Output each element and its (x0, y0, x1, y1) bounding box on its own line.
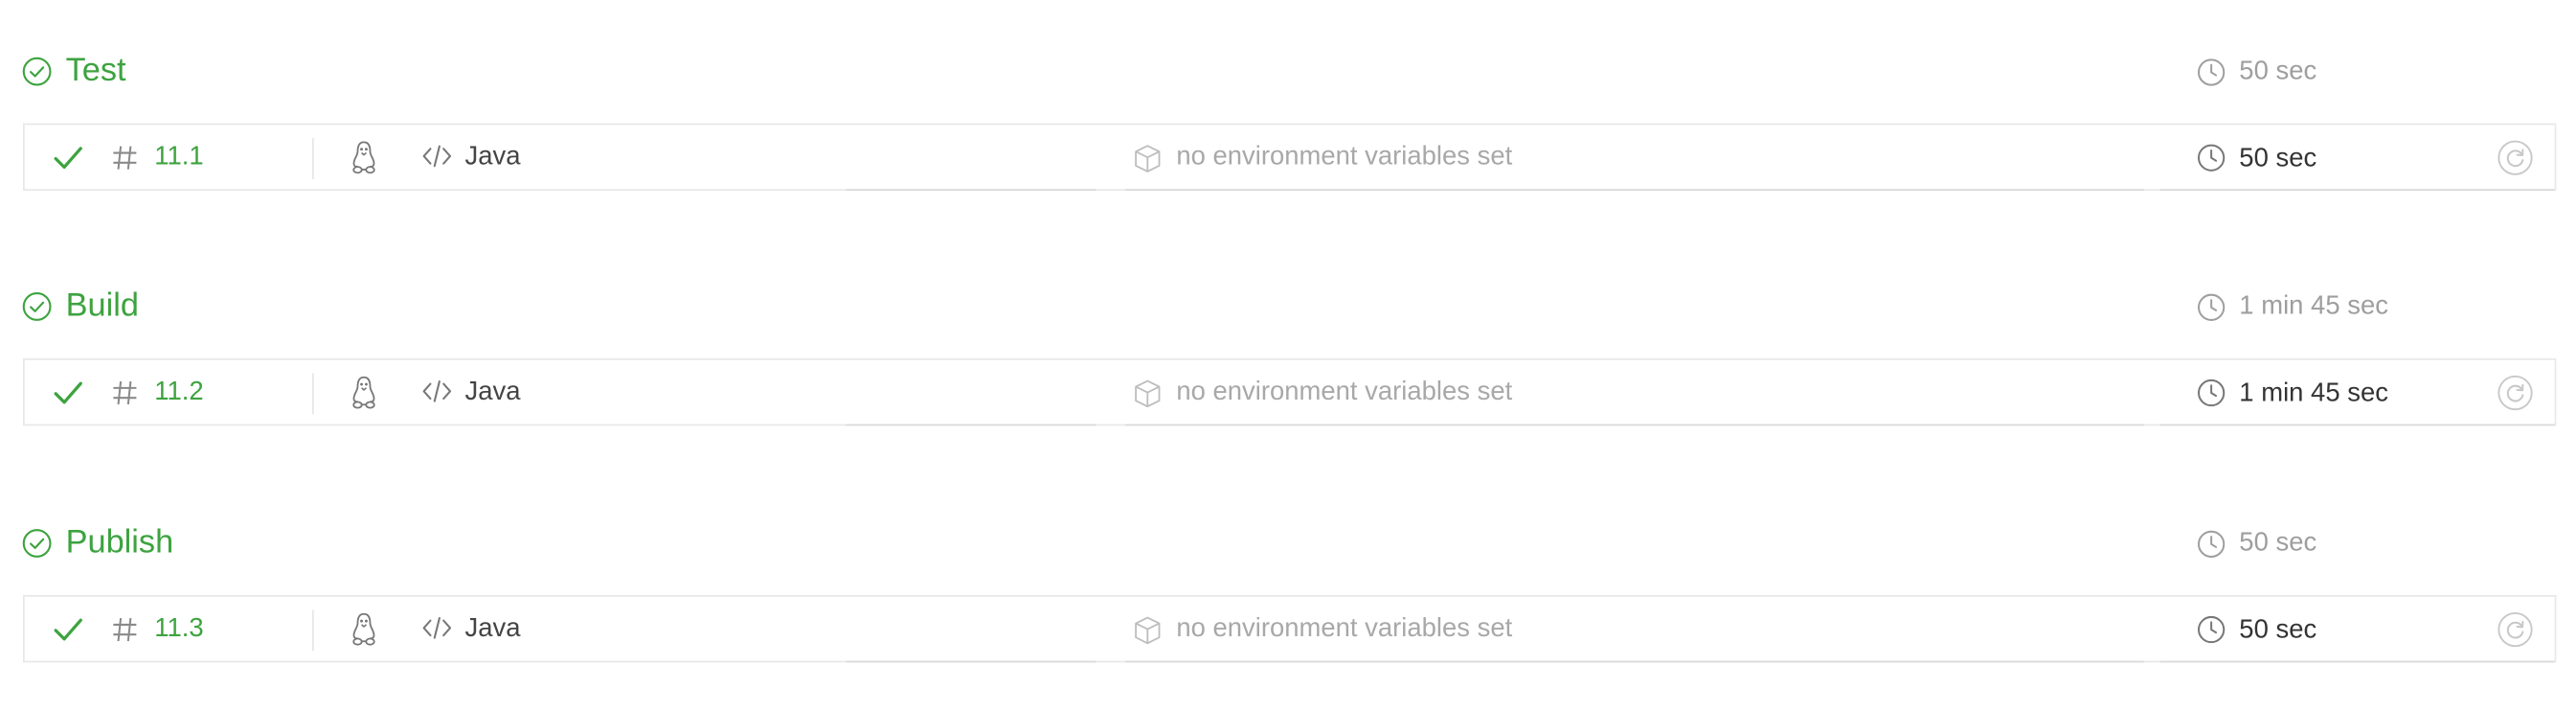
stage-title: Build (65, 287, 139, 324)
stage-duration: 1 min 45 sec (2197, 287, 2388, 327)
job-language: Java (464, 614, 521, 643)
hash-icon (113, 380, 137, 405)
divider (1125, 424, 2144, 426)
linux-icon (352, 141, 375, 174)
divider (1125, 660, 2144, 663)
check-circle-icon (22, 292, 52, 321)
job-number-link[interactable]: 11.2 (154, 377, 203, 409)
divider (2159, 660, 2555, 663)
divider (311, 373, 314, 415)
code-icon (422, 379, 452, 402)
divider (846, 189, 1096, 192)
divider (2159, 424, 2555, 426)
divider (2159, 189, 2555, 192)
clock-icon (2198, 530, 2226, 558)
cube-icon (1135, 616, 1161, 645)
clock-icon (2198, 293, 2226, 321)
check-circle-icon (22, 57, 52, 86)
env-vars-text: no environment variables set (1176, 143, 1513, 172)
clock-icon (2198, 615, 2226, 644)
job-duration: 1 min 45 sec (2239, 379, 2388, 408)
stage-duration: 50 sec (2197, 524, 2316, 563)
hash-icon (113, 617, 137, 642)
job-number-link[interactable]: 11.3 (154, 613, 203, 646)
cube-icon (1135, 379, 1161, 408)
stage-header-build: Build 1 min 45 sec (0, 274, 2576, 340)
restart-icon[interactable] (2497, 375, 2534, 411)
stage-duration: 50 sec (2197, 53, 2316, 92)
divider (846, 660, 1096, 663)
hash-icon (113, 146, 137, 170)
env-vars-text: no environment variables set (1176, 378, 1513, 406)
divider (846, 424, 1096, 426)
job-row[interactable]: 11.1 Java no environment variables set 5… (23, 123, 2557, 192)
cube-icon (1135, 145, 1161, 172)
clock-icon (2198, 58, 2226, 86)
code-icon (422, 145, 452, 168)
code-icon (422, 617, 452, 639)
check-icon (54, 147, 82, 170)
env-vars-text: no environment variables set (1176, 614, 1513, 643)
divider (311, 609, 314, 652)
divider (1125, 189, 2144, 192)
stage-duration-text: 50 sec (2239, 529, 2317, 558)
stage-duration-text: 50 sec (2239, 57, 2317, 86)
stage-header-test: Test 50 sec (0, 39, 2576, 105)
restart-icon[interactable] (2497, 611, 2534, 648)
job-language: Java (464, 143, 521, 172)
stage-header-publish: Publish 50 sec (0, 512, 2576, 578)
build-stages: Test 50 sec 11.1 Java no environment var… (0, 0, 2576, 708)
stage-duration-text: 1 min 45 sec (2239, 292, 2388, 321)
divider (311, 138, 314, 179)
stage-title: Test (65, 52, 126, 89)
check-circle-icon (22, 529, 52, 558)
job-row[interactable]: 11.2 Java no environment variables set 1… (23, 357, 2557, 426)
job-row[interactable]: 11.3 Java no environment variables set 5… (23, 595, 2557, 663)
job-number-link[interactable]: 11.1 (154, 142, 203, 174)
clock-icon (2198, 378, 2226, 407)
job-duration: 50 sec (2239, 616, 2317, 645)
check-icon (54, 381, 82, 404)
job-language: Java (464, 378, 521, 406)
linux-icon (352, 376, 375, 409)
stage-title: Publish (65, 524, 174, 562)
linux-icon (352, 612, 375, 646)
restart-icon[interactable] (2497, 140, 2534, 176)
check-icon (54, 618, 82, 641)
clock-icon (2198, 144, 2226, 172)
job-duration: 50 sec (2239, 144, 2317, 173)
